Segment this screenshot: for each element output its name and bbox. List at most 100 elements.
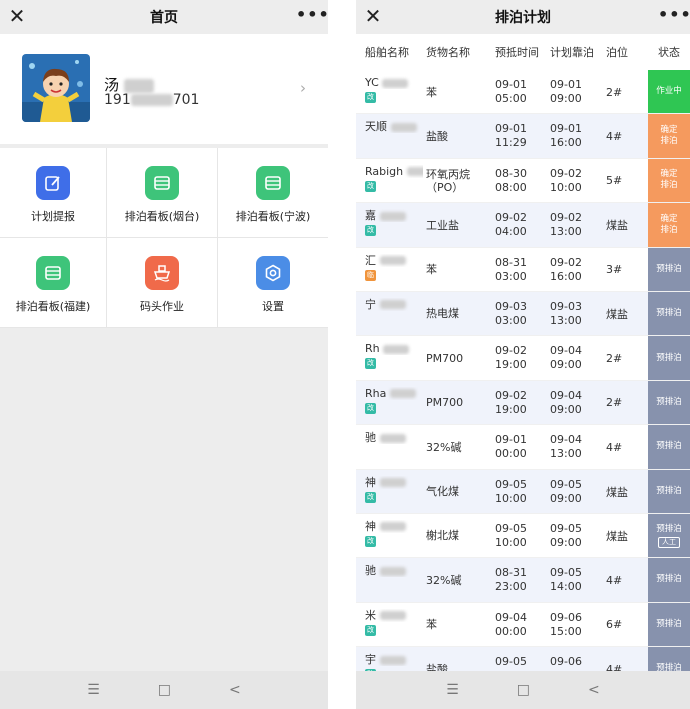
berth-number: 2#	[606, 85, 623, 99]
planned-berthing-cell: 09-04 09:00	[550, 344, 600, 372]
status-text: 作业中	[656, 86, 682, 97]
cargo-name: PM700	[426, 396, 464, 410]
profile-phone: 191 701	[104, 92, 199, 108]
status-badge[interactable]: 预排泊	[648, 558, 690, 602]
back-icon[interactable]: <	[229, 682, 241, 698]
planned-date: 09-01	[550, 78, 582, 91]
menu-label: 设置	[262, 300, 284, 313]
ship-name-cell: 汇 临	[365, 254, 423, 281]
chevron-right-icon: ›	[300, 79, 306, 97]
status-badge[interactable]: 预排泊	[648, 469, 690, 513]
menu-board-ningbo[interactable]: 排泊看板(宁波)	[218, 148, 328, 237]
table-row[interactable]: 驰 32%碱 08-31 23:00 09-05 14:00 4# 预排泊	[356, 558, 690, 603]
planned-berthing-cell: 09-04 13:00	[550, 433, 600, 461]
status-badge[interactable]: 预排泊	[648, 602, 690, 647]
table-row[interactable]: 驰 32%碱 09-01 00:00 09-04 13:00 4# 预排泊	[356, 425, 690, 470]
header-ship: 船舶名称	[365, 46, 409, 59]
status-text: 预排泊	[656, 574, 682, 585]
table-row[interactable]: YC 改苯 09-01 05:00 09-01 09:00 2# 作业中	[356, 70, 690, 115]
menu-wharf-operation[interactable]: 码头作业	[107, 238, 217, 327]
status-badge[interactable]: 作业中	[648, 70, 690, 114]
eta-cell: 09-02 19:00	[495, 344, 545, 372]
ship-name: 天顺	[365, 120, 387, 134]
planned-berthing-cell: 09-02 13:00	[550, 211, 600, 239]
ship-name: 神	[365, 475, 376, 489]
home-icon[interactable]: □	[158, 682, 171, 698]
status-badge[interactable]: 预排泊	[648, 336, 690, 380]
table-row[interactable]: 嘉 改工业盐 09-02 04:00 09-02 13:00 煤盐 确定 排泊	[356, 203, 690, 248]
table-row[interactable]: 宇 改盐酸 09-05 09-06 4# 预排泊	[356, 647, 690, 671]
cargo-cell: 热电煤	[426, 292, 486, 336]
table-row[interactable]: Rabigh 改环氧丙烷 （PO） 08-30 08:00 09-02 10:00 5# 确…	[356, 158, 690, 204]
cargo-cell: 苯	[426, 603, 486, 647]
header-planned-berthing: 计划靠泊	[550, 46, 594, 59]
eta-time: 19:00	[495, 358, 527, 372]
ship-name-cell: 宁	[365, 298, 423, 311]
more-icon[interactable]: •••	[296, 6, 328, 26]
status-badge[interactable]: 确定 排泊	[648, 158, 690, 203]
table-row[interactable]: 米 改苯 09-04 00:00 09-06 15:00 6# 预排泊	[356, 602, 690, 648]
status-badge[interactable]: 预排泊 人工	[648, 513, 690, 558]
table-row[interactable]: 神 改榭北煤 09-05 10:00 09-05 09:00 煤盐 预排泊 人工	[356, 513, 690, 559]
redacted-text	[379, 566, 406, 576]
status-badge[interactable]: 预排泊	[648, 291, 690, 336]
menu-board-yantai[interactable]: 排泊看板(烟台)	[107, 148, 217, 237]
berth-number: 2#	[606, 396, 623, 410]
cargo-name: 环氧丙烷 （PO）	[426, 167, 470, 194]
menu-icon[interactable]: ☰	[87, 682, 100, 698]
home-icon[interactable]: □	[517, 682, 530, 698]
eta-date: 09-02	[495, 388, 527, 402]
table-row[interactable]: Rh 改 PM700 09-02 19:00 09-04 09:00 2# 预排泊	[356, 336, 690, 381]
cargo-name: 榭北煤	[426, 529, 459, 543]
eta-cell: 09-01 00:00	[495, 433, 545, 461]
eta-cell: 09-04 00:00	[495, 611, 545, 639]
planned-berthing-cell: 09-01 09:00	[550, 78, 600, 106]
close-icon[interactable]: ✕	[362, 5, 384, 27]
back-icon[interactable]: <	[588, 682, 600, 698]
ship-tag-badge: 改	[365, 92, 376, 103]
planned-time: 09:00	[550, 92, 582, 105]
berth-number: 4#	[606, 129, 623, 143]
eta-date: 08-31	[495, 566, 527, 580]
ship-name: 米	[365, 608, 376, 622]
planned-date: 09-05	[550, 477, 582, 491]
cargo-cell: 32%碱	[426, 558, 486, 602]
menu-plan-report[interactable]: 计划提报	[0, 148, 106, 237]
status-badge[interactable]: 预排泊	[648, 647, 690, 671]
planned-berthing-cell: 09-06	[550, 655, 600, 669]
eta-date: 09-01	[495, 433, 527, 447]
planned-berthing-cell: 09-01 16:00	[550, 122, 600, 150]
table-row[interactable]: 汇 临苯 08-31 03:00 09-02 16:00 3# 预排泊	[356, 247, 690, 292]
table-row[interactable]: Rha 改 PM700 09-02 19:00 09-04 09:00 2# 预排泊	[356, 380, 690, 426]
status-badge[interactable]: 预排泊	[648, 380, 690, 425]
table-row[interactable]: 宁 热电煤 09-03 03:00 09-03 13:00 煤盐 预排泊	[356, 291, 690, 337]
table-row[interactable]: 神 改气化煤 09-05 10:00 09-05 09:00 煤盐 预排泊	[356, 469, 690, 514]
home-screen: ✕ 首页 ••• 汤 191 701 › 计划提报 排泊看板(烟台) 排泊看板(…	[0, 0, 328, 709]
more-icon[interactable]: •••	[658, 6, 690, 26]
menu-settings[interactable]: 设置	[218, 238, 328, 327]
ship-tag-badge: 改	[365, 358, 376, 370]
status-badge[interactable]: 预排泊	[648, 247, 690, 291]
status-badge[interactable]: 确定 排泊	[648, 114, 690, 158]
profile-card[interactable]: 汤 191 701 ›	[0, 34, 328, 144]
status-badge[interactable]: 预排泊	[648, 425, 690, 469]
menu-board-fujian[interactable]: 排泊看板(福建)	[0, 238, 106, 327]
home-titlebar: ✕ 首页 •••	[0, 0, 328, 34]
close-icon[interactable]: ✕	[6, 5, 28, 27]
menu-label: 排泊看板(福建)	[15, 300, 91, 313]
avatar	[22, 54, 90, 122]
board-icon	[145, 166, 179, 200]
redacted-text	[389, 389, 416, 399]
planned-date: 09-02	[550, 211, 582, 225]
status-badge[interactable]: 确定 排泊	[648, 203, 690, 247]
berth-cell: 5#	[606, 159, 646, 203]
eta-date: 09-02	[495, 211, 527, 225]
status-text: 预排泊	[656, 352, 682, 363]
table-row[interactable]: 天顺 盐酸 09-01 11:29 09-01 16:00 4# 确定 排泊	[356, 114, 690, 159]
eta-time: 03:00	[495, 313, 527, 327]
planned-time: 13:00	[550, 447, 582, 461]
ship-name: 宇	[365, 653, 376, 667]
cargo-cell: 苯	[426, 248, 486, 292]
header-eta: 预抵时间	[495, 46, 539, 59]
menu-icon[interactable]: ☰	[446, 682, 459, 698]
